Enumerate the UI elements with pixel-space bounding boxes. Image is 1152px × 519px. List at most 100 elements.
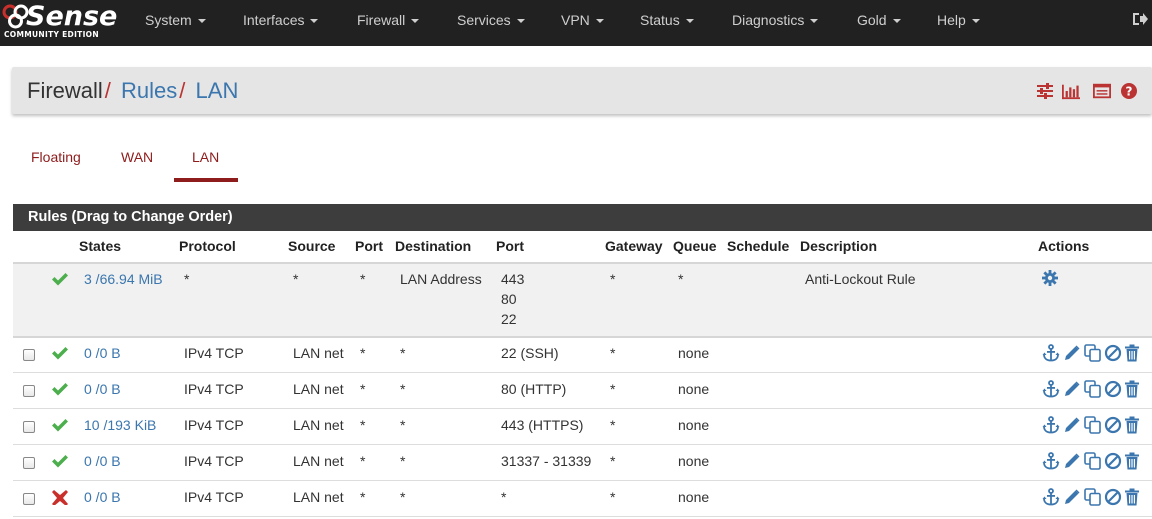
edit-icon[interactable] — [1063, 416, 1081, 434]
check-icon[interactable] — [51, 345, 69, 361]
disable-icon[interactable] — [1104, 380, 1122, 398]
nav-firewall[interactable]: Firewall — [357, 0, 420, 40]
rule-actions — [1042, 344, 1142, 362]
rule-destination: * — [400, 453, 406, 469]
nav-gold[interactable]: Gold — [857, 0, 901, 40]
rule-dest-port: 443 (HTTPS) — [501, 417, 584, 433]
copy-icon[interactable] — [1084, 488, 1102, 506]
list-table-icon[interactable] — [1093, 82, 1111, 100]
edit-icon[interactable] — [1063, 488, 1081, 506]
delete-icon[interactable] — [1124, 416, 1140, 434]
copy-icon[interactable] — [1084, 416, 1102, 434]
breadcrumb-rules-link[interactable]: Rules — [121, 78, 177, 103]
delete-icon[interactable] — [1124, 344, 1140, 362]
nav-label: Firewall — [357, 12, 406, 28]
col-states[interactable]: States — [79, 238, 121, 254]
rule-gateway: * — [610, 417, 616, 433]
sliders-icon[interactable] — [1036, 82, 1054, 100]
breadcrumb-lan-link[interactable]: LAN — [196, 78, 239, 103]
copy-icon[interactable] — [1084, 380, 1102, 398]
rule-select-checkbox[interactable] — [23, 493, 35, 505]
rule-actions — [1042, 488, 1142, 506]
rule-source-port: * — [360, 381, 366, 397]
disable-icon[interactable] — [1104, 488, 1122, 506]
breadcrumb: Firewall/ Rules/ LAN — [27, 77, 238, 105]
copy-icon[interactable] — [1084, 344, 1102, 362]
tab-floating[interactable]: Floating — [31, 148, 81, 182]
copy-icon[interactable] — [1084, 452, 1102, 470]
check-icon[interactable] — [51, 381, 69, 397]
breadcrumb-root: Firewall — [27, 78, 103, 103]
rule-protocol: IPv4 TCP — [184, 489, 244, 505]
rule-states[interactable]: 0 /0 B — [84, 379, 121, 399]
disable-icon[interactable] — [1104, 452, 1122, 470]
rule-select-checkbox[interactable] — [23, 421, 35, 433]
pfsense-logo[interactable]: Sense COMMUNITY EDITION — [0, 0, 117, 42]
col-schedule[interactable]: Schedule — [727, 238, 789, 254]
breadcrumb-separator: / — [104, 78, 111, 103]
col-queue[interactable]: Queue — [673, 238, 717, 254]
rule-source: LAN net — [293, 345, 344, 361]
edit-icon[interactable] — [1063, 344, 1081, 362]
rule-dest-port: * — [501, 489, 507, 505]
help-icon[interactable]: ? — [1120, 82, 1138, 100]
rule-source-port: * — [360, 489, 366, 505]
rule-states[interactable]: 0 /0 B — [84, 343, 121, 363]
nav-label: Help — [937, 12, 966, 28]
col-protocol[interactable]: Protocol — [179, 238, 236, 254]
anchor-icon[interactable] — [1042, 452, 1060, 470]
nav-vpn[interactable]: VPN — [561, 0, 604, 40]
rule-select-checkbox[interactable] — [23, 457, 35, 469]
rule-protocol: IPv4 TCP — [184, 381, 244, 397]
rule-gateway: * — [610, 489, 616, 505]
disable-icon[interactable] — [1104, 416, 1122, 434]
rule-states[interactable]: 3 /66.94 MiB — [84, 269, 163, 289]
rule-queue: none — [678, 489, 710, 505]
col-source[interactable]: Source — [288, 238, 335, 254]
check-icon[interactable] — [51, 453, 69, 469]
delete-icon[interactable] — [1124, 488, 1140, 506]
rule-queue: none — [678, 345, 710, 361]
rule-select-checkbox[interactable] — [23, 385, 35, 397]
rule-queue: * — [678, 271, 684, 287]
anchor-icon[interactable] — [1042, 488, 1060, 506]
delete-icon[interactable] — [1124, 452, 1140, 470]
close-icon[interactable] — [51, 489, 69, 505]
anchor-icon[interactable] — [1042, 380, 1060, 398]
active-tab-indicator — [174, 178, 238, 182]
rule-states[interactable]: 0 /0 B — [84, 487, 121, 507]
check-icon[interactable] — [51, 417, 69, 433]
bar-chart-icon[interactable] — [1062, 82, 1080, 100]
col-destination[interactable]: Destination — [395, 238, 471, 254]
check-icon — [52, 273, 68, 286]
nav-status[interactable]: Status — [640, 0, 694, 40]
tab-lan[interactable]: LAN — [192, 148, 219, 182]
rule-states[interactable]: 0 /0 B — [84, 451, 121, 471]
rule-dest-port: 80 — [501, 291, 517, 307]
nav-system[interactable]: System — [145, 0, 206, 40]
col-dest-port[interactable]: Port — [496, 238, 524, 254]
edit-icon[interactable] — [1063, 380, 1081, 398]
nav-help[interactable]: Help — [937, 0, 980, 40]
delete-icon[interactable] — [1124, 380, 1140, 398]
disable-icon[interactable] — [1104, 344, 1122, 362]
rule-source: * — [293, 271, 299, 287]
sign-out-icon[interactable] — [1132, 11, 1148, 27]
svg-text:?: ? — [1126, 85, 1133, 99]
nav-diagnostics[interactable]: Diagnostics — [732, 0, 819, 40]
nav-interfaces[interactable]: Interfaces — [243, 0, 319, 40]
edit-icon[interactable] — [1063, 452, 1081, 470]
rule-actions — [1042, 452, 1142, 470]
tab-wan[interactable]: WAN — [121, 148, 153, 182]
rule-select-checkbox[interactable] — [23, 349, 35, 361]
anchor-icon[interactable] — [1042, 344, 1060, 362]
col-gateway[interactable]: Gateway — [605, 238, 663, 254]
logo-subtext: COMMUNITY EDITION — [4, 30, 99, 39]
anchor-icon[interactable] — [1042, 416, 1060, 434]
col-description[interactable]: Description — [800, 238, 877, 254]
col-port[interactable]: Port — [355, 238, 383, 254]
rule-states[interactable]: 10 /193 KiB — [84, 415, 156, 435]
gear-icon[interactable] — [1042, 270, 1058, 286]
top-navbar: Sense COMMUNITY EDITION System Interface… — [0, 0, 1152, 46]
nav-services[interactable]: Services — [457, 0, 525, 40]
